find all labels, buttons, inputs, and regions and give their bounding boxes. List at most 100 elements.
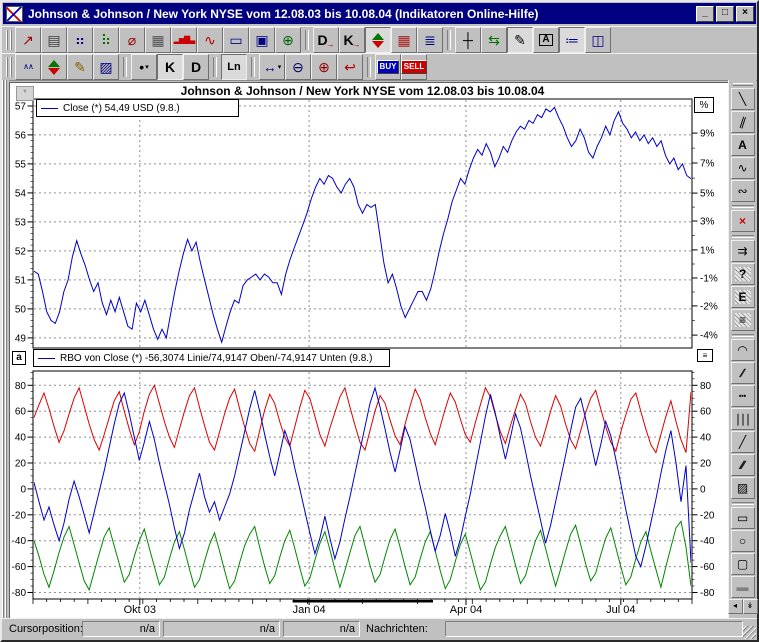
svg-text:49: 49 — [15, 333, 27, 344]
text-annotation-button[interactable]: A — [533, 27, 559, 53]
svg-text:0: 0 — [20, 484, 26, 495]
toolbar-handle[interactable] — [6, 30, 12, 50]
window-title: Johnson & Johnson / New York NYSE vom 12… — [28, 7, 694, 21]
arrow-fan-tool-button[interactable]: ∕∕ — [731, 362, 755, 384]
indicator-lines-button[interactable]: ≣ — [417, 27, 443, 53]
grid-chart-button[interactable]: ▦ — [391, 27, 417, 53]
new-chart-button[interactable]: ↗ — [15, 27, 41, 53]
draw-pen-icon: ✎ — [74, 60, 86, 74]
sell-order-button[interactable]: SELL — [401, 54, 427, 80]
chart-window-button[interactable]: ▭ — [223, 27, 249, 53]
toolbar-separator — [447, 30, 451, 50]
zoom-in-button[interactable]: ⊕ — [311, 54, 337, 80]
world-data-button[interactable]: ⊕ — [275, 27, 301, 53]
zigzag-analysis-button[interactable]: ∧∧ — [15, 54, 41, 80]
resize-grip[interactable] — [743, 626, 756, 639]
messages-label: Nachrichten: — [366, 623, 428, 635]
delete-drawing-tool-button[interactable]: × — [731, 210, 755, 232]
draw-mode-button[interactable]: ✎ — [507, 27, 533, 53]
crosshatch-tool-button[interactable]: ▨ — [731, 477, 755, 499]
compress-view-button[interactable] — [365, 27, 391, 53]
buy-order-button[interactable]: BUY — [375, 54, 401, 80]
rectangle-tool-button[interactable]: ▭ — [731, 507, 755, 529]
speed-lines-tool-button[interactable]: ┅ — [731, 385, 755, 407]
daily-data-button[interactable]: D→ — [313, 27, 339, 53]
toolbar-handle[interactable] — [6, 57, 12, 77]
legend-display-button[interactable]: ≔ — [559, 27, 585, 53]
minimize-button[interactable]: _ — [696, 6, 714, 22]
hatch-note-tool-button[interactable]: ? — [731, 263, 755, 285]
arrow-fan-tool-icon: ∕∕ — [741, 367, 743, 379]
chart-properties-button[interactable]: ▨ — [93, 54, 119, 80]
arc-tool-button[interactable]: ◠ — [731, 339, 755, 361]
crosshair-button[interactable]: ┼ — [455, 27, 481, 53]
no-indicator-button[interactable]: ⌀ — [119, 27, 145, 53]
svg-text:57: 57 — [15, 102, 27, 113]
svg-text:80: 80 — [700, 381, 712, 392]
panel-config-icon: ◫ — [591, 33, 604, 47]
panel-config-button[interactable]: ◫ — [585, 27, 611, 53]
new-chart-icon: ↗ — [22, 33, 34, 47]
hatch-lines-tool-icon: ≡ — [735, 313, 751, 327]
freehand-tool-icon: ∿ — [737, 162, 747, 174]
hatch-lines-tool-button[interactable]: ≡ — [731, 309, 755, 331]
pane-collapse-button[interactable]: ▼ — [16, 86, 34, 101]
zoom-reset-button[interactable]: ↩ — [337, 54, 363, 80]
candle-mode-button[interactable]: K — [157, 54, 183, 80]
curve-tool-button[interactable]: ∾ — [731, 180, 755, 202]
copy-chart-button[interactable]: ▤ — [41, 27, 67, 53]
text-tool-button[interactable]: A — [731, 134, 755, 156]
app-window: Johnson & Johnson / New York NYSE vom 12… — [0, 0, 759, 642]
maximize-button[interactable]: □ — [716, 6, 734, 22]
svg-text:-80: -80 — [12, 588, 27, 599]
fan-tool-button[interactable]: ∕∕∕ — [731, 454, 755, 476]
horizontal-scale-button[interactable]: ↔▾ — [259, 54, 285, 80]
toolbar-separator — [732, 205, 754, 208]
indicator-legend: RBO von Close (*) -56,3074 Linie/74,9147… — [33, 349, 390, 367]
svg-text:52: 52 — [15, 246, 27, 257]
bar-mode-button[interactable]: D — [183, 54, 209, 80]
toolbar-handle[interactable] — [733, 83, 753, 86]
data-table-button[interactable]: ▦ — [145, 27, 171, 53]
sell-order-badge: SELL — [401, 60, 427, 74]
hatch-edit-tool-icon: E — [735, 290, 751, 304]
zoom-out-button[interactable]: ⊖ — [285, 54, 311, 80]
chart-stack-button[interactable]: ▣ — [249, 27, 275, 53]
portfolio-transfer-button[interactable]: ⠷ — [93, 27, 119, 53]
legend-display-icon: ≔ — [565, 33, 579, 47]
regression-tool-button[interactable]: ⇉ — [731, 240, 755, 262]
histogram-chart-button[interactable]: ▂▅▇▃ — [171, 27, 197, 53]
scroll-left-button[interactable]: ◂ — [728, 599, 743, 614]
indicator-settings-button[interactable]: ≡ — [697, 349, 713, 362]
svg-text:-60: -60 — [700, 562, 715, 573]
freehand-tool-button[interactable]: ∿ — [731, 157, 755, 179]
log-scale-button[interactable]: Ln — [221, 54, 247, 80]
trendline-tool-button[interactable]: ╱ — [731, 431, 755, 453]
symbol-list-button[interactable]: ⠶ — [67, 27, 93, 53]
indicator-pane-button[interactable]: a — [12, 351, 26, 365]
cursor-field-2: n/a — [163, 621, 280, 637]
scale-shift-button[interactable]: ⇆ — [481, 27, 507, 53]
line-tool-button[interactable]: ╲ — [731, 88, 755, 110]
more-tools-button[interactable]: ↡ — [743, 599, 758, 614]
rounded-rect-tool-button[interactable]: ▢ — [731, 553, 755, 575]
small-arrow-icon: → — [352, 39, 361, 49]
parallel-lines-tool-button[interactable]: ∥ — [731, 111, 755, 133]
vertical-lines-tool-button[interactable]: ∣∣∣ — [731, 408, 755, 430]
left-splitter[interactable] — [2, 80, 9, 620]
line-chart-button[interactable]: ∿ — [197, 27, 223, 53]
svg-text:0: 0 — [700, 484, 706, 495]
line-width-button[interactable]: •▾ — [131, 54, 157, 80]
ellipse-tool-button[interactable]: ○ — [731, 530, 755, 552]
svg-text:Okt 03: Okt 03 — [124, 604, 156, 616]
filled-rect-tool-button[interactable]: ▬ — [731, 576, 755, 598]
close-button[interactable]: × — [736, 6, 754, 22]
candle-data-button[interactable]: K→ — [339, 27, 365, 53]
hatch-edit-tool-button[interactable]: E — [731, 286, 755, 308]
compress-triangles-button[interactable] — [41, 54, 67, 80]
line-tool-icon: ╲ — [739, 93, 746, 105]
rectangle-tool-icon: ▭ — [737, 512, 748, 524]
draw-pen-button[interactable]: ✎ — [67, 54, 93, 80]
line-chart-icon: ∿ — [204, 33, 216, 47]
toolbar-separator — [732, 235, 754, 238]
